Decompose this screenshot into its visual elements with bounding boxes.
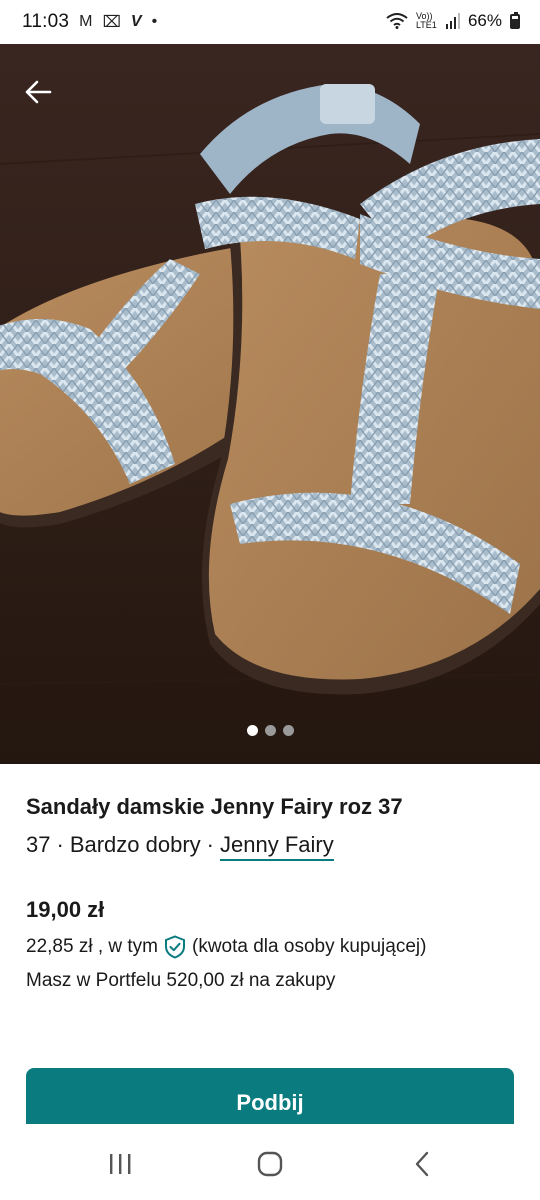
wallet-balance-note: Masz w Portfelu 520,00 zł na zakupy <box>26 970 336 991</box>
arrow-left-icon <box>25 80 52 104</box>
status-bar: 11:03 M ⌧ V • Vo)) LTE1 66% <box>0 0 540 44</box>
listing-condition: Bardzo dobry <box>69 832 201 857</box>
battery-percent: 66% <box>467 11 502 30</box>
recent-apps-button[interactable] <box>100 1146 140 1182</box>
home-button[interactable] <box>250 1146 290 1182</box>
chevron-left-icon <box>415 1151 429 1177</box>
system-back-button[interactable] <box>402 1146 442 1182</box>
buyer-protection-shield-icon[interactable] <box>164 935 186 959</box>
gallery-dot[interactable] <box>246 725 258 736</box>
price-with-protection: 22,85 zł , w tym (kwota dla osoby kupują… <box>26 935 426 959</box>
volte-label: Vo)) LTE1 <box>415 11 437 30</box>
gallery-pagination <box>0 725 540 736</box>
gallery-dot[interactable] <box>282 725 294 736</box>
buyer-protection-note: (kwota dla osoby kupującej) <box>192 936 427 957</box>
listing-title: Sandały damskie Jenny Fairy roz 37 <box>26 794 403 819</box>
system-nav-bar <box>0 1124 540 1200</box>
recent-apps-icon <box>110 1154 131 1174</box>
signal-icon <box>445 13 460 29</box>
back-button[interactable] <box>18 72 58 112</box>
home-icon <box>257 1151 283 1177</box>
status-time: 11:03 <box>22 11 70 32</box>
gmail-icon: M <box>79 13 93 30</box>
listing-price: 19,00 zł <box>26 897 105 922</box>
more-notifications-icon: • <box>151 13 158 30</box>
meta-separator: · <box>56 832 64 857</box>
brand-link[interactable]: Jenny Fairy <box>220 832 334 861</box>
meta-separator: · <box>206 832 214 857</box>
listing-size: 37 <box>26 832 51 857</box>
status-right: Vo)) LTE1 66% <box>386 11 520 31</box>
v-app-icon: V <box>130 13 142 30</box>
price-total-text: 22,85 zł , w tym <box>26 936 158 957</box>
listing-meta: 37 · Bardzo dobry · Jenny Fairy <box>26 832 334 861</box>
app-notification-icon: ⌧ <box>102 14 121 31</box>
gallery-dot[interactable] <box>264 725 276 736</box>
product-photo[interactable] <box>0 44 540 764</box>
status-left: 11:03 M ⌧ V • <box>22 11 157 33</box>
sandal-photo-image <box>0 44 540 764</box>
battery-icon <box>510 11 520 29</box>
wifi-icon <box>386 13 408 29</box>
